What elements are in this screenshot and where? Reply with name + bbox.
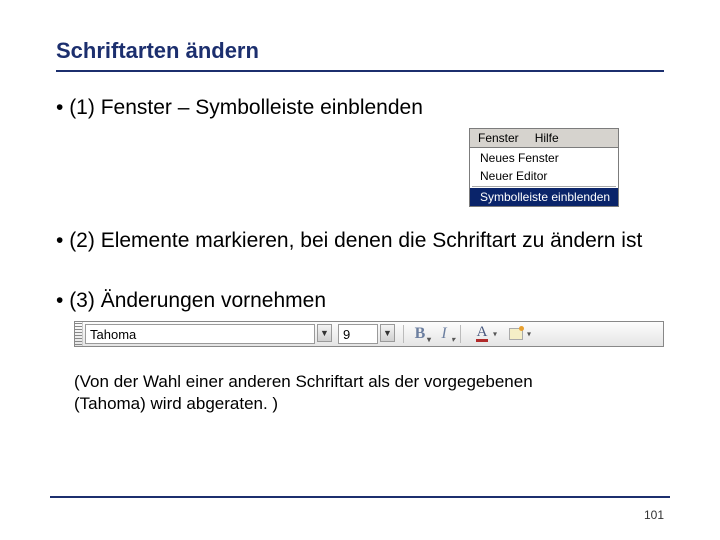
chevron-down-icon: ▾ — [527, 330, 531, 339]
slide-title: Schriftarten ändern — [56, 38, 664, 72]
bullet-2: (2) Elemente markieren, bei denen die Sc… — [56, 229, 664, 253]
footnote-line-1: (Von der Wahl einer anderen Schriftart a… — [74, 371, 664, 393]
bold-button[interactable]: B ▾ — [408, 322, 432, 346]
font-color-button[interactable]: A ▾ — [465, 322, 499, 346]
italic-icon: I — [441, 325, 446, 343]
font-family-value: Tahoma — [90, 327, 136, 342]
font-size-value: 9 — [343, 327, 350, 342]
font-color-icon: A — [476, 326, 489, 342]
menubar-item-hilfe[interactable]: Hilfe — [527, 129, 567, 147]
footnote: (Von der Wahl einer anderen Schriftart a… — [56, 371, 664, 415]
menu-item-neuer-editor[interactable]: Neuer Editor — [470, 167, 618, 185]
chevron-down-icon: ▾ — [493, 330, 497, 339]
menu-item-neues-fenster[interactable]: Neues Fenster — [470, 149, 618, 167]
chevron-down-icon: ▾ — [427, 335, 431, 344]
font-family-dropdown-button[interactable]: ▼ — [317, 324, 332, 342]
dropdown-menu: Neues Fenster Neuer Editor Symbolleiste … — [470, 148, 618, 206]
highlight-color-button[interactable]: ▾ — [499, 322, 533, 346]
toolbar-separator — [460, 325, 461, 343]
page-number: 101 — [644, 508, 664, 522]
menu-screenshot: Fenster Hilfe Neues Fenster Neuer Editor… — [469, 128, 619, 207]
bullet-3: (3) Änderungen vornehmen — [56, 289, 664, 313]
footer-rule — [50, 496, 670, 498]
font-size-dropdown-button[interactable]: ▼ — [380, 324, 395, 342]
toolbar-grip[interactable] — [75, 322, 83, 346]
highlight-icon — [509, 328, 523, 340]
toolbar-separator — [403, 325, 404, 343]
menubar-item-fenster[interactable]: Fenster — [470, 129, 527, 147]
menu-item-symbolleiste[interactable]: Symbolleiste einblenden — [470, 188, 618, 206]
italic-button[interactable]: I ▾ — [432, 322, 456, 346]
formatting-toolbar: Tahoma ▼ 9 ▼ B ▾ I ▾ A ▾ — [74, 321, 664, 347]
chevron-down-icon: ▼ — [320, 328, 329, 338]
footnote-line-2: (Tahoma) wird abgeraten. ) — [74, 393, 664, 415]
bold-icon: B — [415, 325, 426, 343]
bullet-1: (1) Fenster – Symbolleiste einblenden — [56, 96, 664, 120]
chevron-down-icon: ▾ — [451, 335, 455, 344]
chevron-down-icon: ▼ — [383, 328, 392, 338]
font-family-field[interactable]: Tahoma — [85, 324, 315, 344]
menubar: Fenster Hilfe — [470, 129, 618, 148]
font-size-field[interactable]: 9 — [338, 324, 378, 344]
menu-separator — [472, 186, 616, 187]
